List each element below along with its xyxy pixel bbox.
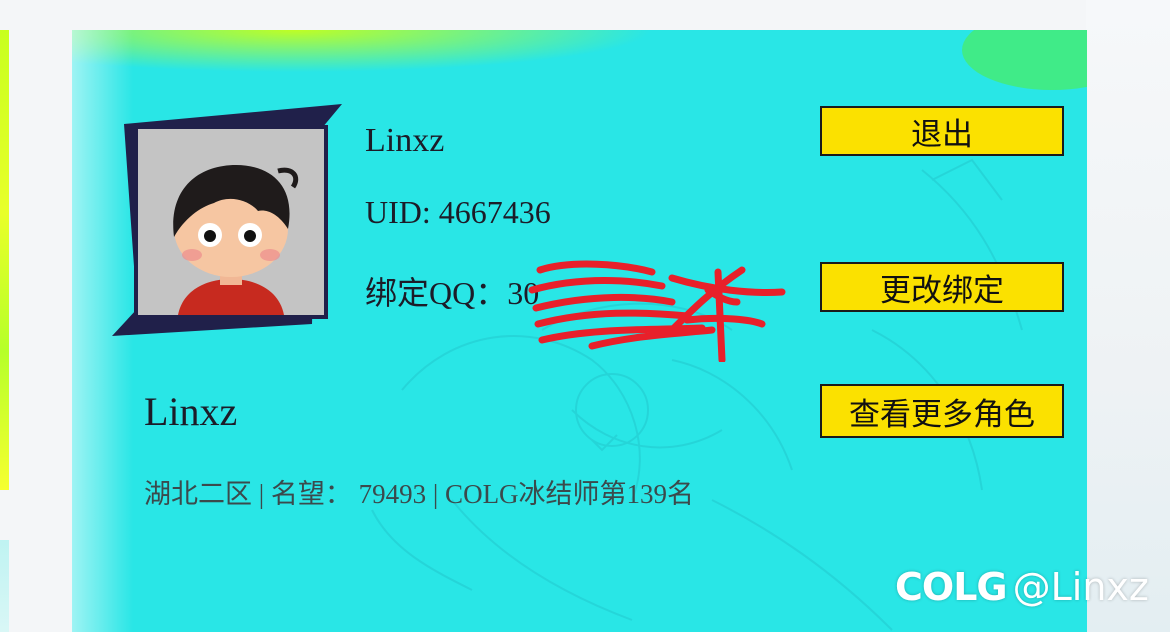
cartoon-boy-avatar-icon	[138, 129, 324, 315]
colg-logo: COLG	[895, 565, 1008, 609]
character-meta: 湖北二区 | 名望： 79493 | COLG冰结师第139名	[144, 479, 695, 509]
character-name: Linxz	[144, 389, 238, 434]
uid-text: UID: 4667436	[365, 194, 551, 230]
right-background	[1086, 0, 1170, 632]
view-more-roles-button[interactable]: 查看更多角色	[820, 384, 1064, 438]
avatar	[134, 125, 328, 319]
red-scribble-icon	[528, 260, 786, 362]
profile-card: Linxz UID: 4667436 绑定QQ：30 退出 更改绑定 查看更多角…	[72, 30, 1087, 632]
logout-button[interactable]: 退出	[820, 106, 1064, 156]
change-binding-button[interactable]: 更改绑定	[820, 262, 1064, 312]
left-edge-strip-lower	[0, 540, 9, 632]
username: Linxz	[365, 122, 445, 159]
qq-label: 绑定QQ：	[365, 275, 508, 311]
watermark-handle: @Linxz	[1012, 565, 1149, 609]
colg-watermark: COLG @Linxz	[895, 560, 1149, 614]
left-edge-strip	[0, 30, 9, 490]
